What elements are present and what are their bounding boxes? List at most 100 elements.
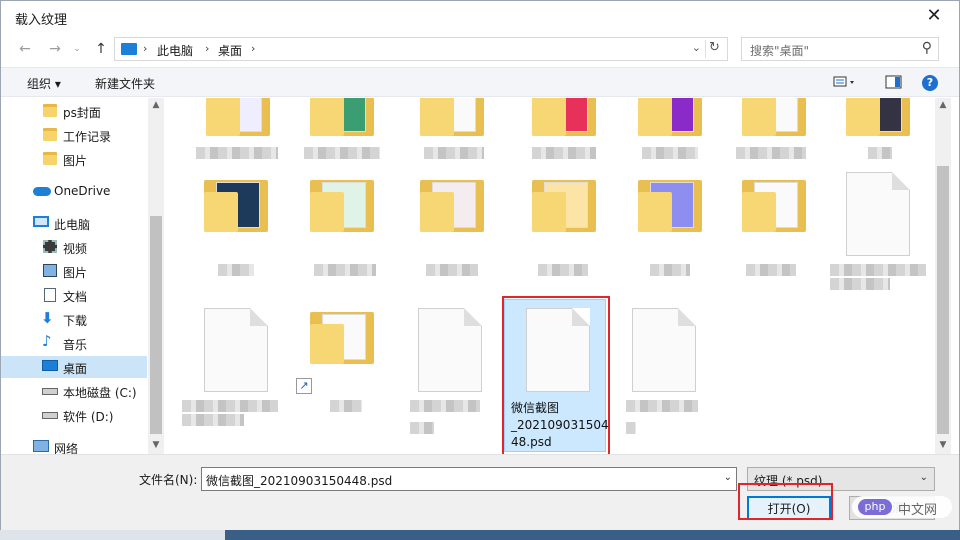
- refresh-icon[interactable]: ↻: [705, 40, 723, 58]
- folder-icon: [420, 98, 484, 136]
- sidebar-item-label: 工作记录: [63, 130, 112, 144]
- scroll-up-icon[interactable]: ▲: [935, 100, 951, 110]
- folder-icon: [742, 98, 806, 136]
- sidebar-item-this-pc[interactable]: 此电脑: [1, 212, 147, 234]
- address-dropdown-icon[interactable]: ⌄: [692, 41, 701, 54]
- sidebar-item-desktop[interactable]: 桌面: [1, 356, 147, 378]
- load-texture-dialog: 载入纹理 ✕ ← → ⌄ ↑ › 此电脑 › 桌面 › ⌄ ↻ 搜索"桌面" ⚲…: [0, 0, 960, 530]
- breadcrumb-desktop[interactable]: 桌面: [218, 42, 242, 59]
- sidebar-item-onedrive[interactable]: OneDrive: [1, 180, 147, 202]
- back-arrow-icon[interactable]: ←: [15, 39, 35, 59]
- content-scrollbar[interactable]: ▲ ▼: [935, 98, 951, 454]
- sidebar-item-label: 此电脑: [54, 218, 91, 232]
- blurred-filename: [330, 400, 362, 412]
- dialog-title: 载入纹理: [15, 13, 68, 28]
- filename-value: 微信截图_20210903150448.psd: [206, 474, 393, 488]
- blurred-filename: [304, 147, 380, 159]
- sidebar-item-drive-d[interactable]: 软件 (D:): [1, 404, 147, 426]
- picture-icon: [43, 264, 57, 277]
- sidebar-scroll-thumb[interactable]: [150, 216, 162, 434]
- scroll-down-icon[interactable]: ▼: [148, 440, 164, 450]
- folder-icon: [43, 152, 57, 165]
- breadcrumb-separator-icon[interactable]: ›: [251, 42, 255, 55]
- open-button-highlight-box: [738, 483, 833, 520]
- blurred-filename: [182, 414, 244, 426]
- blurred-filename: [196, 147, 278, 159]
- help-icon[interactable]: ?: [922, 75, 938, 91]
- sidebar-item-work-log[interactable]: 工作记录: [1, 124, 147, 146]
- new-folder-button[interactable]: 新建文件夹: [95, 75, 155, 92]
- computer-icon: [33, 216, 49, 227]
- blurred-filename: [626, 422, 636, 434]
- folder-icon: [742, 176, 806, 232]
- folder-icon: [310, 176, 374, 232]
- title-bar: 载入纹理 ✕: [1, 1, 959, 33]
- sidebar-scrollbar[interactable]: ▲ ▼: [148, 98, 164, 454]
- filename-input[interactable]: 微信截图_20210903150448.psd ⌄: [201, 467, 737, 491]
- blurred-filename: [218, 264, 254, 276]
- sidebar-item-label: 本地磁盘 (C:): [63, 386, 137, 400]
- psd-file-icon: [846, 172, 910, 256]
- sidebar-item-music[interactable]: ♪ 音乐: [1, 332, 147, 354]
- folder-icon: [532, 98, 596, 136]
- sidebar-item-drive-c[interactable]: 本地磁盘 (C:): [1, 380, 147, 402]
- close-icon[interactable]: ✕: [921, 5, 947, 29]
- desktop-icon: [42, 360, 58, 371]
- preview-pane-icon[interactable]: [885, 74, 903, 93]
- folder-icon: [420, 176, 484, 232]
- sidebar-item-pictures[interactable]: 图片: [1, 260, 147, 282]
- blurred-filename: [538, 264, 588, 276]
- sidebar-item-label: 视频: [63, 242, 88, 256]
- navigation-pane: ps封面 工作记录 图片 OneDrive 此电脑 视频 图片 文档 ⬇ 下载 …: [1, 98, 165, 456]
- up-arrow-icon[interactable]: ↑: [91, 39, 111, 59]
- address-bar[interactable]: › 此电脑 › 桌面 › ⌄ ↻: [114, 37, 728, 61]
- sidebar-item-videos[interactable]: 视频: [1, 236, 147, 258]
- sidebar-item-ps-cover[interactable]: ps封面: [1, 100, 147, 122]
- music-icon: ♪: [42, 332, 52, 350]
- sidebar-item-label: 文档: [63, 290, 88, 304]
- folder-icon: [638, 98, 702, 136]
- computer-icon: [121, 43, 137, 55]
- sidebar-item-label: 桌面: [63, 362, 88, 376]
- drive-icon: [42, 388, 58, 395]
- blurred-filename: [830, 264, 926, 276]
- blurred-filename: [642, 147, 698, 159]
- chevron-down-icon[interactable]: ⌄: [920, 472, 928, 483]
- folder-icon: [310, 308, 374, 364]
- content-scroll-thumb[interactable]: [937, 166, 949, 434]
- view-options-icon[interactable]: [833, 74, 859, 93]
- organize-menu-button[interactable]: 组织 ▾: [27, 75, 61, 92]
- folder-icon: [846, 98, 910, 136]
- download-icon: ⬇: [41, 309, 54, 327]
- blurred-filename: [314, 264, 376, 276]
- scroll-down-icon[interactable]: ▼: [935, 440, 951, 450]
- sidebar-item-label: OneDrive: [54, 184, 111, 198]
- sidebar-item-documents[interactable]: 文档: [1, 284, 147, 306]
- breadcrumb-separator-icon: ›: [205, 42, 210, 55]
- sidebar-item-downloads[interactable]: ⬇ 下载: [1, 308, 147, 330]
- search-input[interactable]: 搜索"桌面" ⚲: [741, 37, 939, 61]
- folder-icon: [310, 98, 374, 136]
- breadcrumb-this-pc[interactable]: 此电脑: [157, 42, 193, 59]
- folder-icon: [638, 176, 702, 232]
- blurred-filename: [736, 147, 806, 159]
- shortcut-arrow-icon: ↗: [296, 378, 312, 394]
- scroll-up-icon[interactable]: ▲: [148, 100, 164, 110]
- blurred-filename: [626, 400, 698, 412]
- folder-icon: [204, 176, 268, 232]
- blurred-filename: [650, 264, 690, 276]
- taskbar-edge: [0, 530, 960, 540]
- sidebar-item-label: 音乐: [63, 338, 88, 352]
- breadcrumb-separator-icon: ›: [143, 42, 148, 55]
- blurred-filename: [830, 278, 890, 290]
- forward-arrow-icon[interactable]: →: [45, 39, 65, 59]
- folder-icon: [206, 98, 270, 136]
- sidebar-item-pictures-folder[interactable]: 图片: [1, 148, 147, 170]
- blurred-filename: [868, 147, 892, 159]
- command-toolbar: 组织 ▾ 新建文件夹 ?: [1, 67, 959, 97]
- recent-chevron-down-icon[interactable]: ⌄: [67, 39, 87, 59]
- search-placeholder: 搜索"桌面": [750, 44, 810, 58]
- chevron-down-icon[interactable]: ⌄: [724, 472, 732, 483]
- sidebar-item-label: 软件 (D:): [63, 410, 114, 424]
- sidebar-item-label: 下载: [63, 314, 88, 328]
